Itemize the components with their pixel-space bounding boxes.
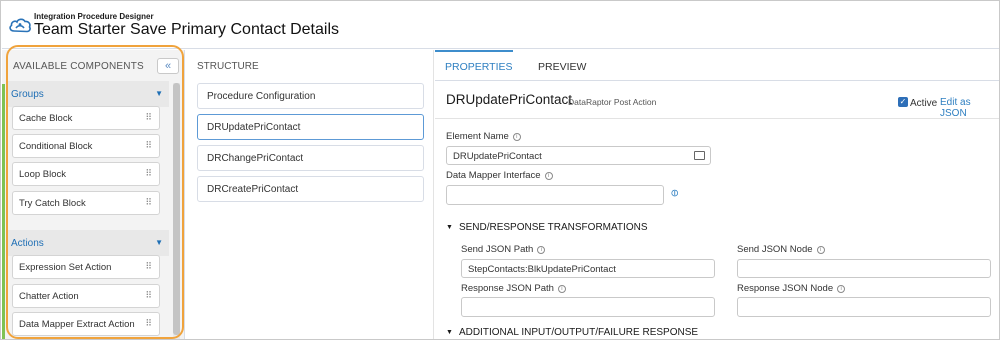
components-panel-title: AVAILABLE COMPONENTS xyxy=(13,61,144,72)
send-json-path-input[interactable]: StepContacts:BlkUpdatePriContact xyxy=(461,259,715,278)
data-mapper-interface-input[interactable] xyxy=(446,185,664,205)
drag-handle-icon[interactable]: ⠿ xyxy=(145,197,152,208)
groups-section-header[interactable]: Groups ▼ xyxy=(8,81,169,107)
caret-down-icon: ▼ xyxy=(446,329,453,336)
structure-item-label: Procedure Configuration xyxy=(207,91,316,102)
element-name-label-text: Element Name xyxy=(446,131,509,142)
component-item-data-mapper-extract-action[interactable]: Data Mapper Extract Action ⠿ xyxy=(12,312,160,336)
component-item-cache-block[interactable]: Cache Block ⠿ xyxy=(12,106,160,130)
component-item-try-catch-block[interactable]: Try Catch Block ⠿ xyxy=(12,191,160,215)
component-item-expression-set-action[interactable]: Expression Set Action ⠿ xyxy=(12,255,160,279)
actions-section-label: Actions xyxy=(11,238,44,249)
element-title: DRUpdatePriContact xyxy=(446,92,573,107)
info-icon[interactable]: i xyxy=(557,285,566,293)
element-name-label: Element Name i xyxy=(446,131,521,142)
structure-panel-title: STRUCTURE xyxy=(197,61,259,72)
app-subtitle: Integration Procedure Designer xyxy=(34,12,154,21)
component-item-label: Conditional Block xyxy=(19,141,93,152)
additional-section-toggle[interactable]: ▼ ADDITIONAL INPUT/OUTPUT/FAILURE RESPONS… xyxy=(446,327,698,338)
components-scrollbar-thumb[interactable] xyxy=(173,83,180,335)
app-header: Integration Procedure Designer Team Star… xyxy=(2,2,999,49)
chevron-down-icon: ▼ xyxy=(155,238,163,247)
app-window: Integration Procedure Designer Team Star… xyxy=(0,0,1000,340)
info-icon[interactable]: i xyxy=(816,246,825,254)
active-tab-indicator xyxy=(435,50,513,52)
info-icon[interactable]: i xyxy=(537,246,546,254)
component-item-label: Try Catch Block xyxy=(19,198,86,209)
component-item-label: Expression Set Action xyxy=(19,262,112,273)
actions-section-header[interactable]: Actions ▼ xyxy=(8,230,169,256)
active-checkbox[interactable]: ✓ xyxy=(898,97,908,107)
response-json-node-label: Response JSON Node i xyxy=(737,283,846,294)
structure-item-label: DRUpdatePriContact xyxy=(207,122,301,133)
structure-item-label: DRCreatePriContact xyxy=(207,184,299,195)
send-json-path-label-text: Send JSON Path xyxy=(461,244,534,255)
info-icon[interactable]: i xyxy=(512,133,521,141)
caret-down-icon: ▼ xyxy=(446,224,453,231)
edit-as-json-link[interactable]: Edit as JSON xyxy=(940,97,999,119)
drag-handle-icon[interactable]: ⠿ xyxy=(145,261,152,272)
send-json-node-label-text: Send JSON Node xyxy=(737,244,813,255)
send-response-section-label: SEND/RESPONSE TRANSFORMATIONS xyxy=(458,222,648,233)
send-json-node-input[interactable] xyxy=(737,259,991,278)
component-item-chatter-action[interactable]: Chatter Action ⠿ xyxy=(12,284,160,308)
tab-properties[interactable]: PROPERTIES xyxy=(445,61,513,73)
structure-item-procedure-configuration[interactable]: Procedure Configuration xyxy=(197,83,424,109)
structure-item-drcreatepricontact[interactable]: DRCreatePriContact xyxy=(197,176,424,202)
element-type: DataRaptor Post Action xyxy=(568,97,657,107)
send-json-node-label: Send JSON Node i xyxy=(737,244,825,255)
component-item-label: Cache Block xyxy=(19,113,73,124)
chevron-down-icon: ▼ xyxy=(155,89,163,98)
collapse-panel-button[interactable]: « xyxy=(157,58,179,74)
element-name-input[interactable]: DRUpdatePriContact xyxy=(446,146,711,165)
structure-item-drupdatepricontact[interactable]: DRUpdatePriContact xyxy=(197,114,424,140)
drag-handle-icon[interactable]: ⠿ xyxy=(145,168,152,179)
data-mapper-interface-label: Data Mapper Interface i xyxy=(446,170,553,181)
component-item-label: Loop Block xyxy=(19,169,67,180)
response-json-path-label-text: Response JSON Path xyxy=(461,283,554,294)
info-icon[interactable]: i xyxy=(837,285,846,293)
component-item-loop-block[interactable]: Loop Block ⠿ xyxy=(12,162,160,186)
structure-item-label: DRChangePriContact xyxy=(207,153,304,164)
additional-section-label: ADDITIONAL INPUT/OUTPUT/FAILURE RESPONSE xyxy=(458,327,699,338)
component-item-label: Chatter Action xyxy=(19,291,79,302)
tabs-divider xyxy=(435,80,999,81)
drag-handle-icon[interactable]: ⠿ xyxy=(145,290,152,301)
tab-preview[interactable]: PREVIEW xyxy=(538,61,586,73)
id-card-icon[interactable] xyxy=(694,151,705,160)
structure-item-drchangepricontact[interactable]: DRChangePriContact xyxy=(197,145,424,171)
component-item-conditional-block[interactable]: Conditional Block ⠿ xyxy=(12,134,160,158)
link-icon[interactable]: ⊘ xyxy=(668,187,682,201)
panel-accent-bar xyxy=(2,84,5,339)
send-json-path-label: Send JSON Path i xyxy=(461,244,546,255)
groups-section-label: Groups xyxy=(11,89,44,100)
cloud-icon xyxy=(9,18,31,33)
title-divider xyxy=(435,118,999,119)
active-label: Active xyxy=(910,98,938,109)
drag-handle-icon[interactable]: ⠿ xyxy=(145,318,152,329)
info-icon[interactable]: i xyxy=(544,172,553,180)
response-json-node-input[interactable] xyxy=(737,297,991,317)
response-json-path-label: Response JSON Path i xyxy=(461,283,566,294)
drag-handle-icon[interactable]: ⠿ xyxy=(145,112,152,123)
response-json-node-label-text: Response JSON Node xyxy=(737,283,834,294)
component-item-label: Data Mapper Extract Action xyxy=(19,319,135,330)
data-mapper-interface-label-text: Data Mapper Interface xyxy=(446,170,541,181)
drag-handle-icon[interactable]: ⠿ xyxy=(145,140,152,151)
page-title: Team Starter Save Primary Contact Detail… xyxy=(34,21,339,38)
send-response-section-toggle[interactable]: ▼ SEND/RESPONSE TRANSFORMATIONS xyxy=(446,222,647,233)
response-json-path-input[interactable] xyxy=(461,297,715,317)
